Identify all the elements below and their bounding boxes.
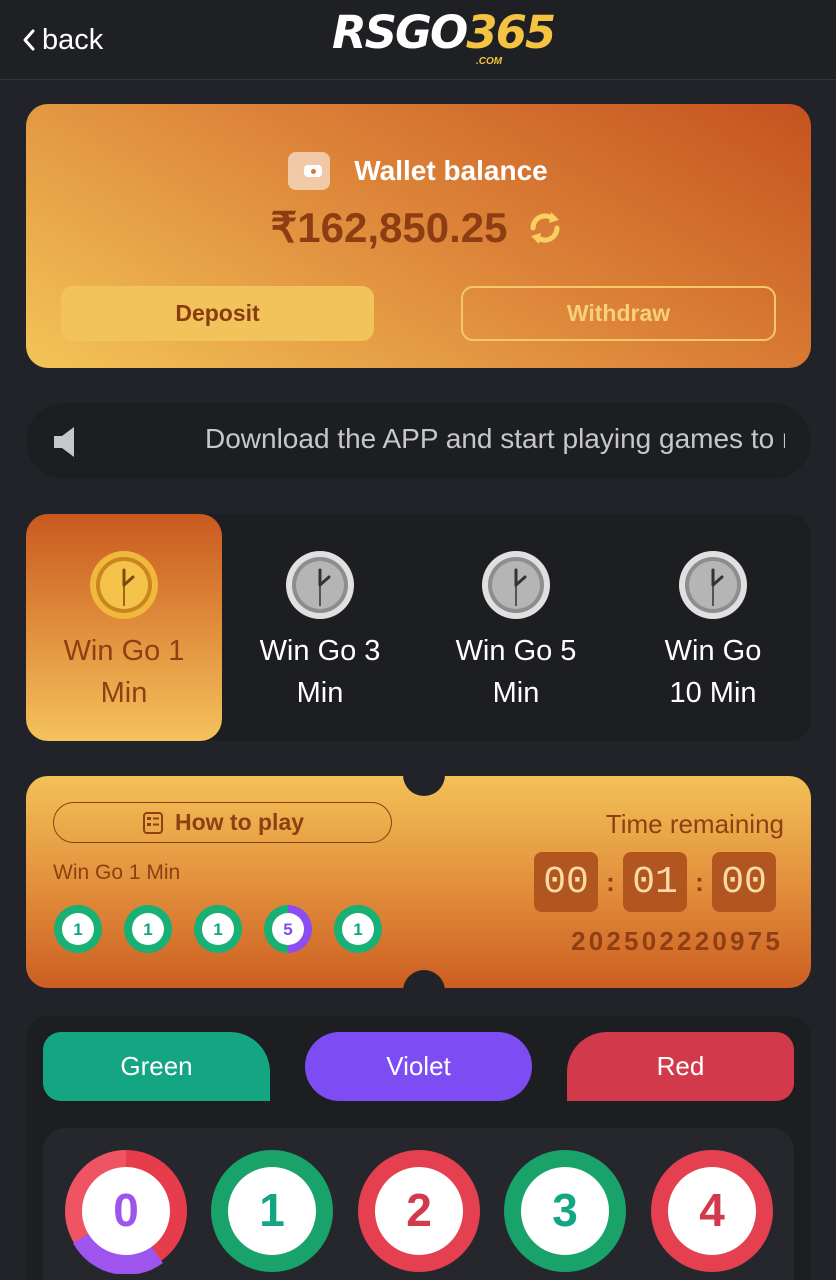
rules-icon [142,811,163,834]
svg-text:1: 1 [213,920,222,939]
brand-logo: RSGO365 .COM [332,6,556,70]
logo-text-b: 365 [466,6,556,59]
bet-red-button[interactable]: Red [567,1032,794,1101]
tab-label: Win Go 5 Min [455,635,577,709]
clock-icon [482,551,550,619]
wallet-icon [288,152,331,190]
ticket-notch [403,970,445,1012]
result-ball: 1 [334,905,382,953]
bet-green-button[interactable]: Green [43,1032,270,1101]
logo-sub: .COM [476,56,503,67]
result-ball: 1 [194,905,242,953]
back-button[interactable]: back [22,20,103,60]
back-label: back [42,23,104,56]
notice-bar: Download the APP and start playing games… [26,403,811,479]
current-game-name: Win Go 1 Min [53,861,181,884]
tab-win-go-10-min[interactable]: Win Go 10 Min [615,514,811,741]
countdown-timer: 00 : 01 : 00 [534,852,776,912]
result-ball: 5 [264,905,312,953]
svg-text:3: 3 [552,1184,578,1236]
recent-results: 1 1 1 5 1 [53,904,383,954]
top-bar: back RSGO365 .COM [0,0,836,80]
ticket-notch [403,754,445,796]
timer-seconds: 00 [712,852,776,912]
number-ball-2[interactable]: 2 [356,1148,482,1274]
number-ball-4[interactable]: 4 [649,1148,775,1274]
refresh-icon[interactable] [525,208,565,248]
clock-icon [286,551,354,619]
svg-text:1: 1 [143,920,152,939]
svg-text:1: 1 [259,1184,285,1236]
clock-icon [90,551,158,619]
notice-text: Download the APP and start playing games… [205,423,785,454]
number-ball-1[interactable]: 1 [209,1148,335,1274]
number-ball-3[interactable]: 3 [502,1148,628,1274]
svg-text:0: 0 [113,1184,139,1236]
game-tabs: Win Go 1 Min Win Go 3 Min Win Go 5 Min Win … [26,514,811,741]
time-remaining-label: Time remaining [605,809,784,839]
svg-text:2: 2 [406,1184,432,1236]
how-to-play-label: How to play [174,809,305,835]
tab-win-go-3-min[interactable]: Win Go 3 Min [222,514,418,741]
bet-panel: Green Violet Red 0 1 2 3 4 [26,1016,811,1280]
tab-label: Win Go 10 Min [664,635,762,709]
wallet-title-row: Wallet balance [0,152,836,190]
bet-violet-button[interactable]: Violet [305,1032,532,1101]
svg-text:5: 5 [283,920,292,939]
speaker-icon [54,427,74,457]
wallet-balance: ₹162,850.25 [270,204,508,251]
balance-row: ₹162,850.25 [0,203,836,252]
tab-label: Win Go 1 Min [63,635,185,709]
round-ticket: How to play Win Go 1 Min 1 1 1 5 1 Time … [26,754,811,1012]
tab-win-go-1-min[interactable]: Win Go 1 Min [26,514,222,741]
timer-minutes: 01 [623,852,687,912]
period-number: 202502220975 [571,926,783,956]
timer-hours: 00 [534,852,598,912]
svg-text:1: 1 [73,920,82,939]
withdraw-button[interactable]: Withdraw [461,286,776,341]
tab-win-go-5-min[interactable]: Win Go 5 Min [418,514,614,741]
logo-text-a: RSGO [332,6,468,59]
wallet-title: Wallet balance [354,155,548,186]
result-ball: 1 [124,905,172,953]
chevron-left-icon [22,20,42,60]
svg-text:4: 4 [699,1184,725,1236]
tab-label: Win Go 3 Min [259,635,381,709]
number-balls: 0 1 2 3 4 [43,1128,794,1280]
clock-icon [679,551,747,619]
deposit-button[interactable]: Deposit [61,286,374,341]
svg-text:1: 1 [353,920,362,939]
how-to-play-button[interactable]: How to play [53,802,392,843]
number-ball-0[interactable]: 0 [63,1148,189,1274]
result-ball: 1 [54,905,102,953]
